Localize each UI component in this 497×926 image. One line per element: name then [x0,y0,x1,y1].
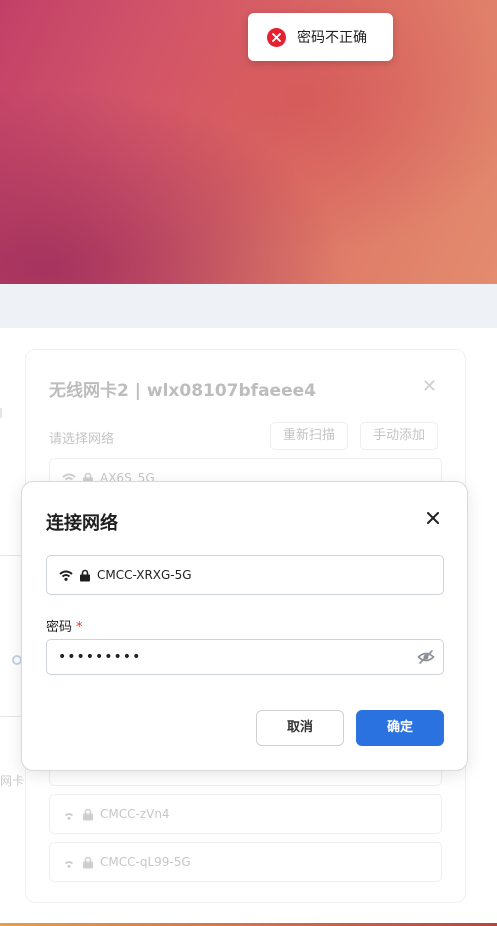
network-item[interactable]: CMCC-qL99-5G [49,842,442,882]
ssid-field: CMCC-XRXG-5G [46,555,444,595]
wifi-icon [64,812,74,820]
close-icon[interactable] [423,508,443,528]
network-item[interactable]: CMCC-zVn4 [49,794,442,834]
network-ssid: CMCC-zVn4 [100,807,170,821]
select-network-label: 请选择网络 [49,432,115,447]
wifi-icon [64,860,74,868]
panel-title: 无线网卡2 | wlx08107bfaeee4 [49,381,316,401]
background-text: 网卡 [0,774,25,788]
background-divider [0,408,2,418]
rescan-button[interactable]: 重新扫描 [270,422,349,450]
connect-network-dialog: 连接网络 CMCC-XRXG-5G 密码* 取消 确定 [21,481,468,771]
lock-icon [83,856,93,868]
password-label: 密码 * [46,616,83,635]
toast-message: 密码不正确 [297,30,367,46]
password-label-text: 密码 [46,620,73,635]
network-ssid: CMCC-qL99-5G [100,855,191,869]
header-band [0,284,497,328]
error-toast: 密码不正确 [248,13,393,61]
dialog-title: 连接网络 [46,513,118,534]
ssid-text: CMCC-XRXG-5G [97,568,192,582]
close-icon[interactable]: ✕ [422,376,437,397]
confirm-button[interactable]: 确定 [356,710,444,746]
lock-icon [80,569,90,581]
eye-off-icon[interactable] [417,648,435,670]
password-input[interactable] [58,640,408,674]
password-field-wrapper [46,639,444,675]
cancel-button[interactable]: 取消 [256,710,344,746]
lock-icon [83,808,93,820]
error-circle-icon [267,27,286,47]
manual-add-button[interactable]: 手动添加 [360,422,439,450]
required-mark: * [76,620,83,635]
wifi-icon [59,570,73,581]
